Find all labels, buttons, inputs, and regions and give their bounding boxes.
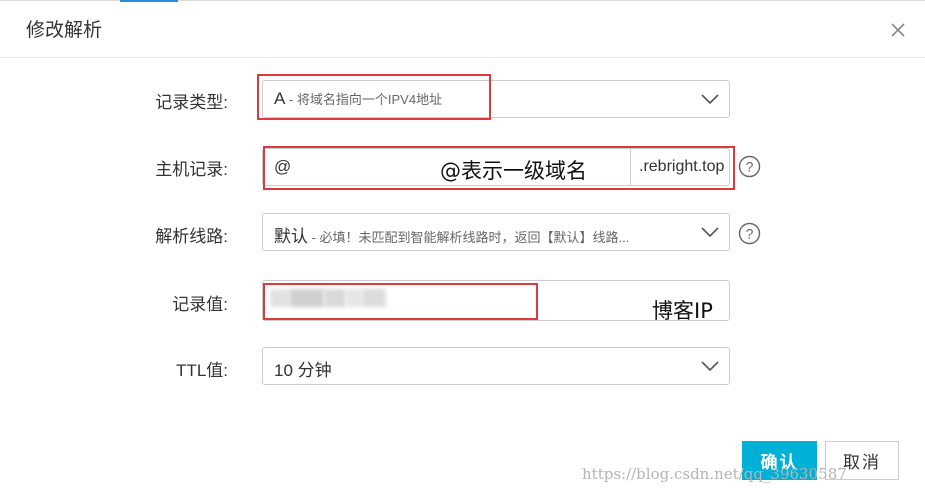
ttl-select[interactable]: 10 分钟 (262, 347, 730, 385)
header-divider (0, 57, 925, 58)
record-type-select[interactable]: A - 将域名指向一个IPV4地址 (262, 80, 730, 118)
domain-suffix-text: .rebright.top (639, 158, 725, 175)
record-value-label: 记录值: (172, 295, 228, 314)
host-annotation: @表示一级域名 (440, 159, 587, 183)
host-domain-suffix: .rebright.top (630, 148, 730, 186)
help-icon[interactable]: ? (738, 155, 761, 178)
line-hint: - 必填！未匹配到智能解析线路时，返回【默认】线路... (308, 230, 630, 245)
dialog-title: 修改解析 (26, 20, 103, 41)
line-select[interactable]: 默认 - 必填！未匹配到智能解析线路时，返回【默认】线路... (262, 213, 730, 251)
svg-text:?: ? (746, 159, 754, 175)
record-type-value: A (274, 89, 286, 108)
close-icon[interactable] (886, 18, 910, 42)
chevron-down-icon (701, 94, 719, 105)
svg-text:?: ? (746, 226, 754, 242)
line-value: 默认 (274, 227, 308, 246)
watermark: https://blog.csdn.net/qq_39630587 (582, 465, 847, 483)
line-label: 解析线路: (155, 227, 228, 246)
host-value: @ (274, 157, 292, 176)
ttl-label: TTL值: (176, 361, 228, 380)
record-type-hint: - 将域名指向一个IPV4地址 (285, 92, 443, 107)
host-label: 主机记录: (155, 160, 228, 179)
top-accent-line (120, 0, 178, 2)
help-icon[interactable]: ? (738, 222, 761, 245)
blurred-value (270, 289, 386, 307)
record-type-label: 记录类型: (155, 93, 228, 112)
chevron-down-icon (701, 361, 719, 372)
chevron-down-icon (701, 227, 719, 238)
record-value-annotation: 博客IP (652, 299, 713, 323)
ttl-value: 10 分钟 (274, 361, 332, 380)
